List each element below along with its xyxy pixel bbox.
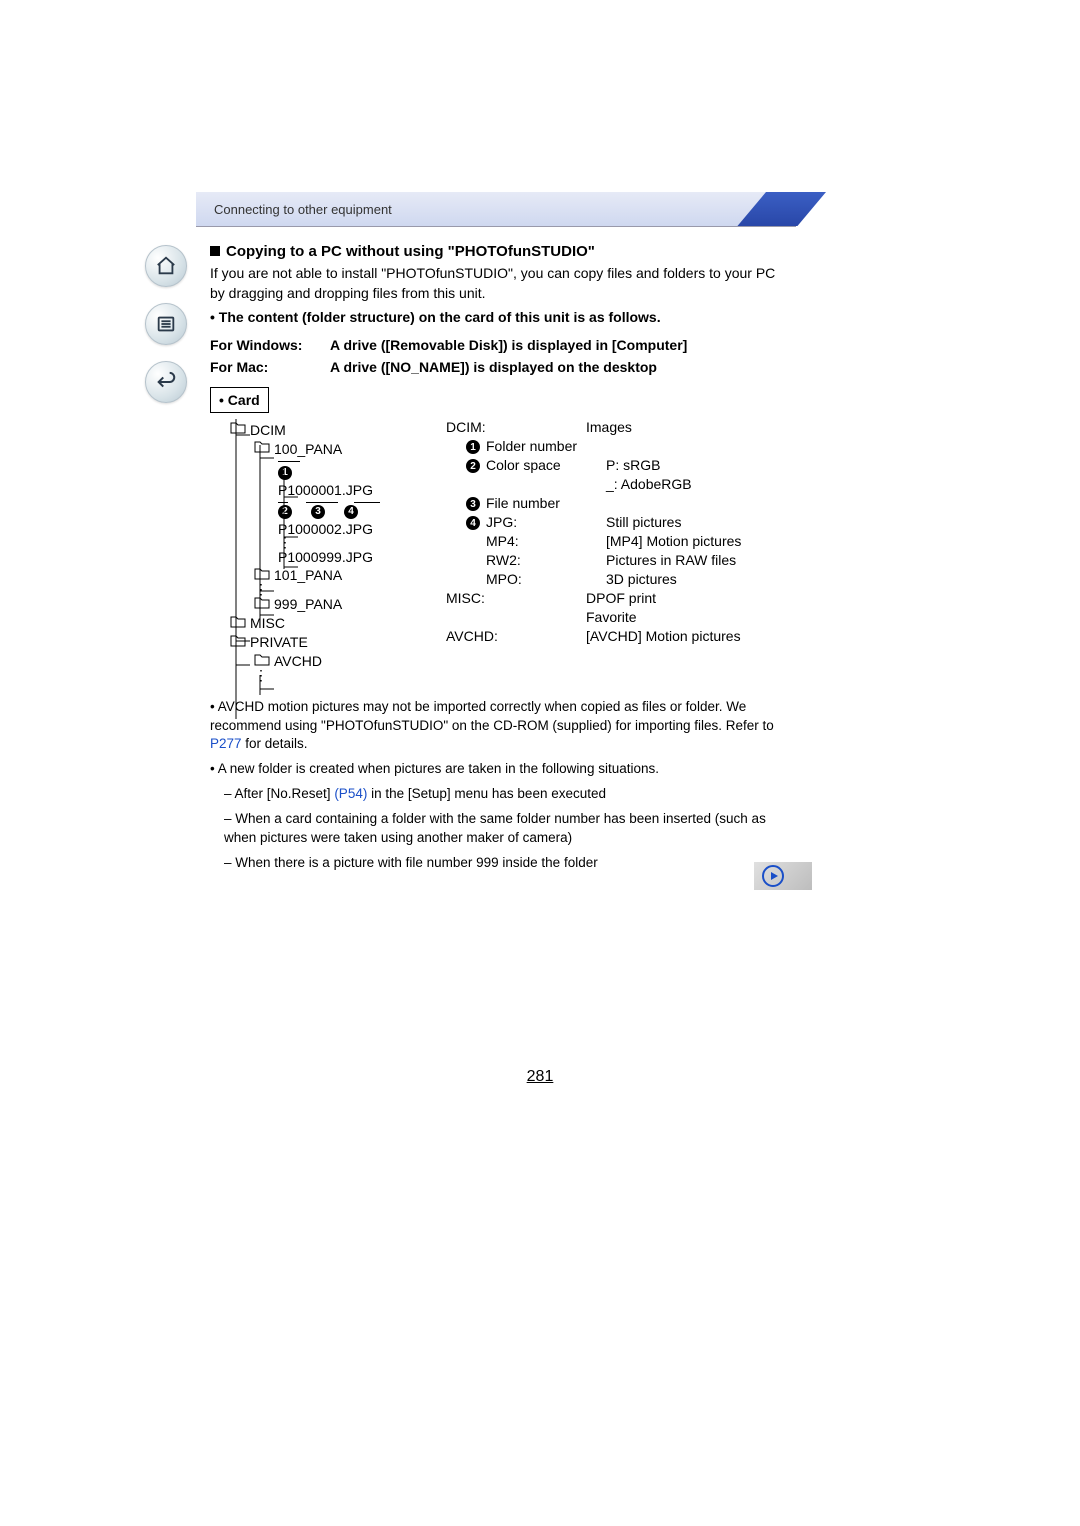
def-value: DPOF print [586,590,792,606]
note-2c: – When there is a picture with file numb… [224,854,792,873]
folder-icon [230,634,246,651]
note-2: • A new folder is created when pictures … [210,760,792,779]
def-label-text: JPG: [486,514,517,530]
def-value: 3D pictures [606,571,792,587]
def-row: Favorite [446,609,792,625]
def-row: MISC: DPOF print [446,590,792,606]
page-number: 281 [0,1068,1080,1086]
def-label-text: MP4: [486,533,519,549]
def-value [606,495,792,511]
def-label-text: MISC: [446,590,485,606]
folder-icon [230,421,246,438]
tree-misc: MISC [230,615,440,632]
folder-icon [230,615,246,632]
section-title-text: Copying to a PC without using "PHOTOfunS… [226,243,595,260]
def-value: P: sRGB [606,457,792,473]
callout-1-icon: 1 [278,466,292,480]
callout-1-icon: 1 [466,440,480,454]
tree-private: PRIVATE [230,634,440,651]
tree-999pana: 999_PANA [254,596,440,613]
arrow-right-icon [762,865,784,887]
note-2a: – After [No.Reset] (P54) in the [Setup] … [224,785,792,804]
def-value: [MP4] Motion pictures [606,533,792,549]
def-label-text: DCIM: [446,419,486,435]
callout-2-icon: 2 [278,505,292,519]
def-value: _: AdobeRGB [606,476,792,492]
mac-row: For Mac: A drive ([NO_NAME]) is displaye… [210,359,792,375]
mac-label: For Mac: [210,359,330,375]
def-row: RW2: Pictures in RAW files [446,552,792,568]
def-value: [AVCHD] Motion pictures [586,628,792,644]
mac-desc: A drive ([NO_NAME]) is displayed on the … [330,359,792,375]
def-value: Pictures in RAW files [606,552,792,568]
home-icon[interactable] [145,245,187,287]
back-icon[interactable] [145,361,187,403]
def-row: MP4: [MP4] Motion pictures [446,533,792,549]
def-row: DCIM: Images [446,419,792,435]
def-value [606,438,792,454]
def-label-text: AVCHD: [446,628,498,644]
list-icon[interactable] [145,303,187,345]
windows-label: For Windows: [210,337,330,353]
tree-100pana: 100_PANA [254,440,440,457]
def-row: MPO: 3D pictures [446,571,792,587]
def-value: Favorite [586,609,792,625]
def-value: Still pictures [606,514,792,530]
tree-avchd: AVCHD [254,653,440,670]
def-label-text: Folder number [486,438,577,454]
card-label: Card [228,392,260,408]
def-label-text: RW2: [486,552,521,568]
next-page-button[interactable] [754,862,812,890]
def-label-text: Color space [486,457,561,473]
section-title: Copying to a PC without using "PHOTOfunS… [210,243,792,260]
callout-4-icon: 4 [344,505,358,519]
folder-tree: DCIM 100_PANA 1 P1000001.JPG 2 3 4 P1000… [210,419,440,680]
notes: • AVCHD motion pictures may not be impor… [210,698,792,873]
card-box: • Card [210,375,792,413]
callout-4-icon: 4 [466,516,480,530]
callout-3-icon: 3 [311,505,325,519]
tree-file1: P1000001.JPG [278,482,440,498]
folder-diagram: DCIM 100_PANA 1 P1000001.JPG 2 3 4 P1000… [210,419,792,680]
breadcrumb: Connecting to other equipment [196,192,796,227]
link-p277[interactable]: P277 [210,736,242,751]
def-row: 1 Folder number [446,438,792,454]
tree-file999: P1000999.JPG [278,549,440,565]
windows-desc: A drive ([Removable Disk]) is displayed … [330,337,792,353]
structure-note-text: The content (folder structure) on the ca… [219,309,661,325]
note-1: • AVCHD motion pictures may not be impor… [210,698,792,755]
def-row: AVCHD: [AVCHD] Motion pictures [446,628,792,644]
def-value: Images [586,419,792,435]
windows-row: For Windows: A drive ([Removable Disk]) … [210,337,792,353]
def-label-text: MPO: [486,571,522,587]
square-bullet-icon [210,246,220,256]
def-row: 4 JPG: Still pictures [446,514,792,530]
tree-file2: P1000002.JPG [278,521,440,537]
breadcrumb-text: Connecting to other equipment [214,202,392,217]
tree-dcim: DCIM [230,421,440,438]
structure-note: • The content (folder structure) on the … [210,309,792,325]
def-row: _: AdobeRGB [446,476,792,492]
tree-101pana: 101_PANA [254,567,440,584]
definitions-list: DCIM: Images 1 Folder number 2 Color space P: … [440,419,792,647]
folder-icon [254,596,270,613]
folder-icon [254,440,270,457]
callout-3-icon: 3 [466,497,480,511]
def-label-text: File number [486,495,560,511]
note-2b: – When a card containing a folder with t… [224,810,792,848]
intro-text: If you are not able to install "PHOTOfun… [210,264,792,303]
def-row: 3 File number [446,495,792,511]
def-row: 2 Color space P: sRGB [446,457,792,473]
callout-2-icon: 2 [466,459,480,473]
link-p54[interactable]: (P54) [334,786,367,801]
sidebar [145,245,187,403]
